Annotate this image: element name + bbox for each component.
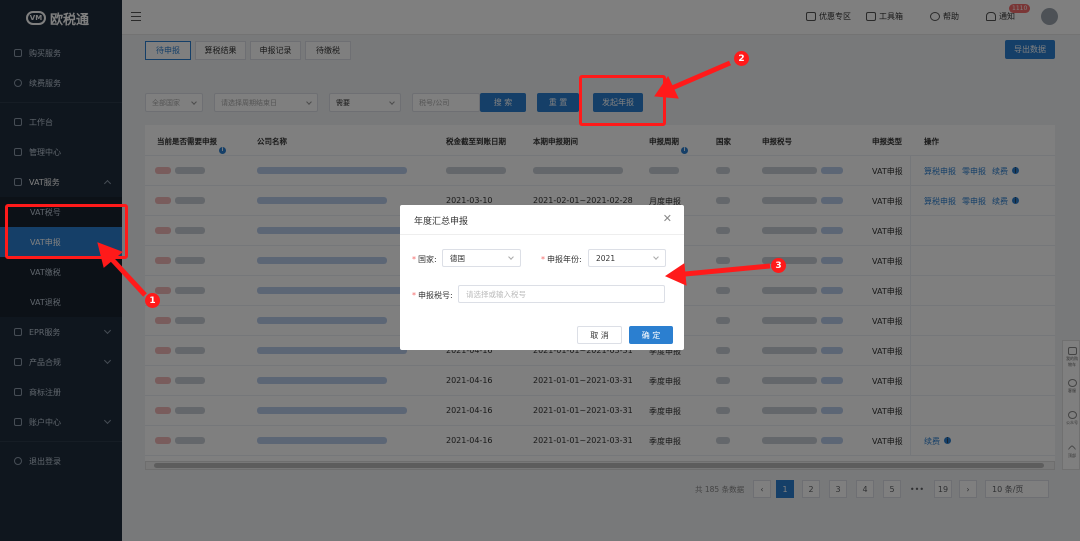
- annotation-arrows: [97, 60, 771, 297]
- callout-badge-2: 2: [734, 51, 749, 66]
- callout-badge-3: 3: [771, 258, 786, 273]
- arrow-3-shaft: [684, 263, 771, 277]
- callout-badge-1: 1: [145, 293, 160, 308]
- arrow-1-shaft: [106, 253, 147, 297]
- arrow-3-head: [664, 263, 687, 286]
- arrow-2-shaft: [671, 60, 731, 91]
